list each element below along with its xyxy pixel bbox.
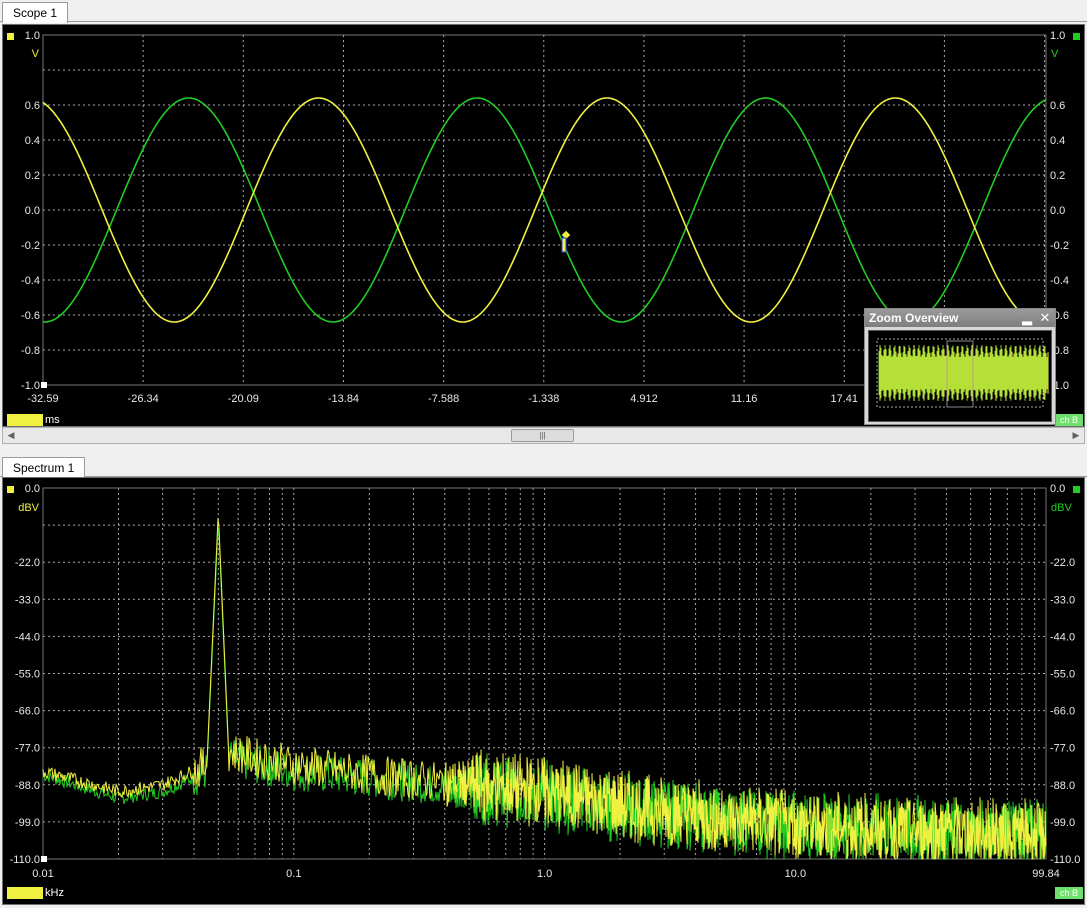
spectrum-y-tick-label: -77.0 [15,743,40,755]
scope-x-tick-label: 4.912 [630,393,658,405]
scope-y-tick-label: 0.6 [25,100,40,112]
zoom-overview-window[interactable]: Zoom Overview ▂ ✕ [864,308,1056,425]
scope-x-tick-label: -32.59 [27,393,58,405]
close-icon[interactable]: ✕ [1037,310,1053,326]
spectrum-y-tick-label: -66.0 [15,706,40,718]
spectrum-y-tick-label: -99.0 [15,817,40,829]
scope-y-tick-label: -0.2 [21,240,40,252]
scope-y-tick-label: 0.2 [25,170,40,182]
spectrum-x-unit: kHz [45,887,64,899]
spectrum-y-tick-label-right: 0.0 [1050,483,1065,495]
spectrum-channel-a-marker-icon[interactable] [7,486,14,493]
channel-b-unit-badge[interactable]: ch B [1055,414,1083,426]
trigger-level-handle[interactable] [561,237,567,253]
spectrum-y-tick-label-right: -33.0 [1050,594,1075,606]
spectrum-y-tick-label-right: -66.0 [1050,706,1075,718]
scope-y-tick-label-right: 0.2 [1050,170,1065,182]
spectrum-tabbar: Spectrum 1 [0,455,1087,478]
scope-x-unit: ms [45,414,60,426]
scope-y-tick-label: 1.0 [25,30,40,42]
spectrum-y-tick-label-right: -88.0 [1050,780,1075,792]
scope-y-tick-label-right: 0.6 [1050,100,1065,112]
spectrum-y-tick-label-right: -22.0 [1050,557,1075,569]
scope-y-tick-label-right: -0.4 [1050,275,1069,287]
spectrum-y-tick-label-right: -55.0 [1050,669,1075,681]
scope-y-tick-label: 0.0 [25,205,40,217]
tab-spectrum-1[interactable]: Spectrum 1 [2,457,86,478]
tab-scope-1[interactable]: Scope 1 [2,2,69,23]
scroll-right-icon[interactable]: ▶ [1068,428,1084,443]
scope-y-unit-right: V [1051,48,1059,60]
spectrum-y-tick-label-right: -110.0 [1050,854,1080,866]
spectrum-y-tick-label: -88.0 [15,780,40,792]
scope-x-tick-label: 11.16 [731,393,758,405]
spectrum-x-tick-label: 0.01 [32,868,53,880]
spectrum-y-tick-label-right: -44.0 [1050,631,1075,643]
scope-y-tick-label: -0.8 [21,345,40,357]
spectrum-origin-marker-icon [41,856,47,862]
scope-x-tick-label: -1.338 [528,393,559,405]
scroll-thumb[interactable]: ||| [511,429,574,442]
scope-y-unit-left: V [32,48,40,60]
scope-tabbar: Scope 1 [0,0,1087,23]
scope-y-tick-label-right: 1.0 [1050,30,1065,42]
scope-y-tick-label-right: 0.4 [1050,135,1065,147]
scroll-left-icon[interactable]: ◀ [3,428,19,443]
spectrum-y-tick-label: -55.0 [15,669,40,681]
spectrum-channel-b-marker-icon[interactable] [1073,486,1080,493]
scope-x-tick-label: -7.588 [428,393,459,405]
spectrum-x-tick-label: 0.1 [286,868,301,880]
scope-horizontal-scrollbar[interactable]: ◀ ||| ▶ [2,427,1085,444]
spectrum-y-unit-left: dBV [18,502,39,514]
scope-x-tick-label: 17.41 [830,393,858,405]
scope-y-tick-label: -0.4 [21,275,40,287]
spectrum-channel-a-unit-badge[interactable] [7,887,43,899]
spectrum-x-tick-label: 1.0 [537,868,552,880]
spectrum-graph[interactable]: 0.0 -22.0 -33.0 -44.0 -55.0 -66.0 -77.0 -88.0 -9… [3,478,1084,904]
scope-y-tick-label: 0.4 [25,135,40,147]
zoom-overview-preview[interactable] [868,330,1052,422]
channel-b-marker-icon[interactable] [1073,33,1080,40]
spectrum-plot[interactable]: 0.0 -22.0 -33.0 -44.0 -55.0 -66.0 -77.0 -88.0 -9… [2,477,1085,905]
scope-x-tick-label: -20.09 [228,393,259,405]
spectrum-y-tick-label: -22.0 [15,557,40,569]
channel-a-marker-icon[interactable] [7,33,14,40]
spectrum-y-tick-label-right: -99.0 [1050,817,1075,829]
channel-a-unit-badge[interactable] [7,414,43,426]
scope-y-tick-label: -1.0 [21,380,40,392]
spectrum-x-tick-label: 99.84 [1032,868,1060,880]
scope-y-tick-label-right: 0.0 [1050,205,1065,217]
scope-y-tick-label-right: -0.2 [1050,240,1069,252]
spectrum-y-unit-right: dBV [1051,502,1072,514]
minimize-icon[interactable]: ▂ [1019,310,1035,326]
spectrum-y-tick-label-right: -77.0 [1050,743,1075,755]
spectrum-y-tick-label: -44.0 [15,631,40,643]
scope-x-tick-label: -26.34 [128,393,159,405]
scope-origin-marker-icon [41,382,47,388]
spectrum-x-tick-label: 10.0 [785,868,806,880]
spectrum-y-tick-label: 0.0 [25,483,40,495]
spectrum-y-tick-label: -110.0 [10,854,40,866]
scope-y-tick-label: -0.6 [21,310,40,322]
spectrum-channel-b-unit-badge[interactable]: ch B [1055,887,1083,899]
spectrum-y-tick-label: -33.0 [15,594,40,606]
scope-x-tick-label: -13.84 [328,393,359,405]
